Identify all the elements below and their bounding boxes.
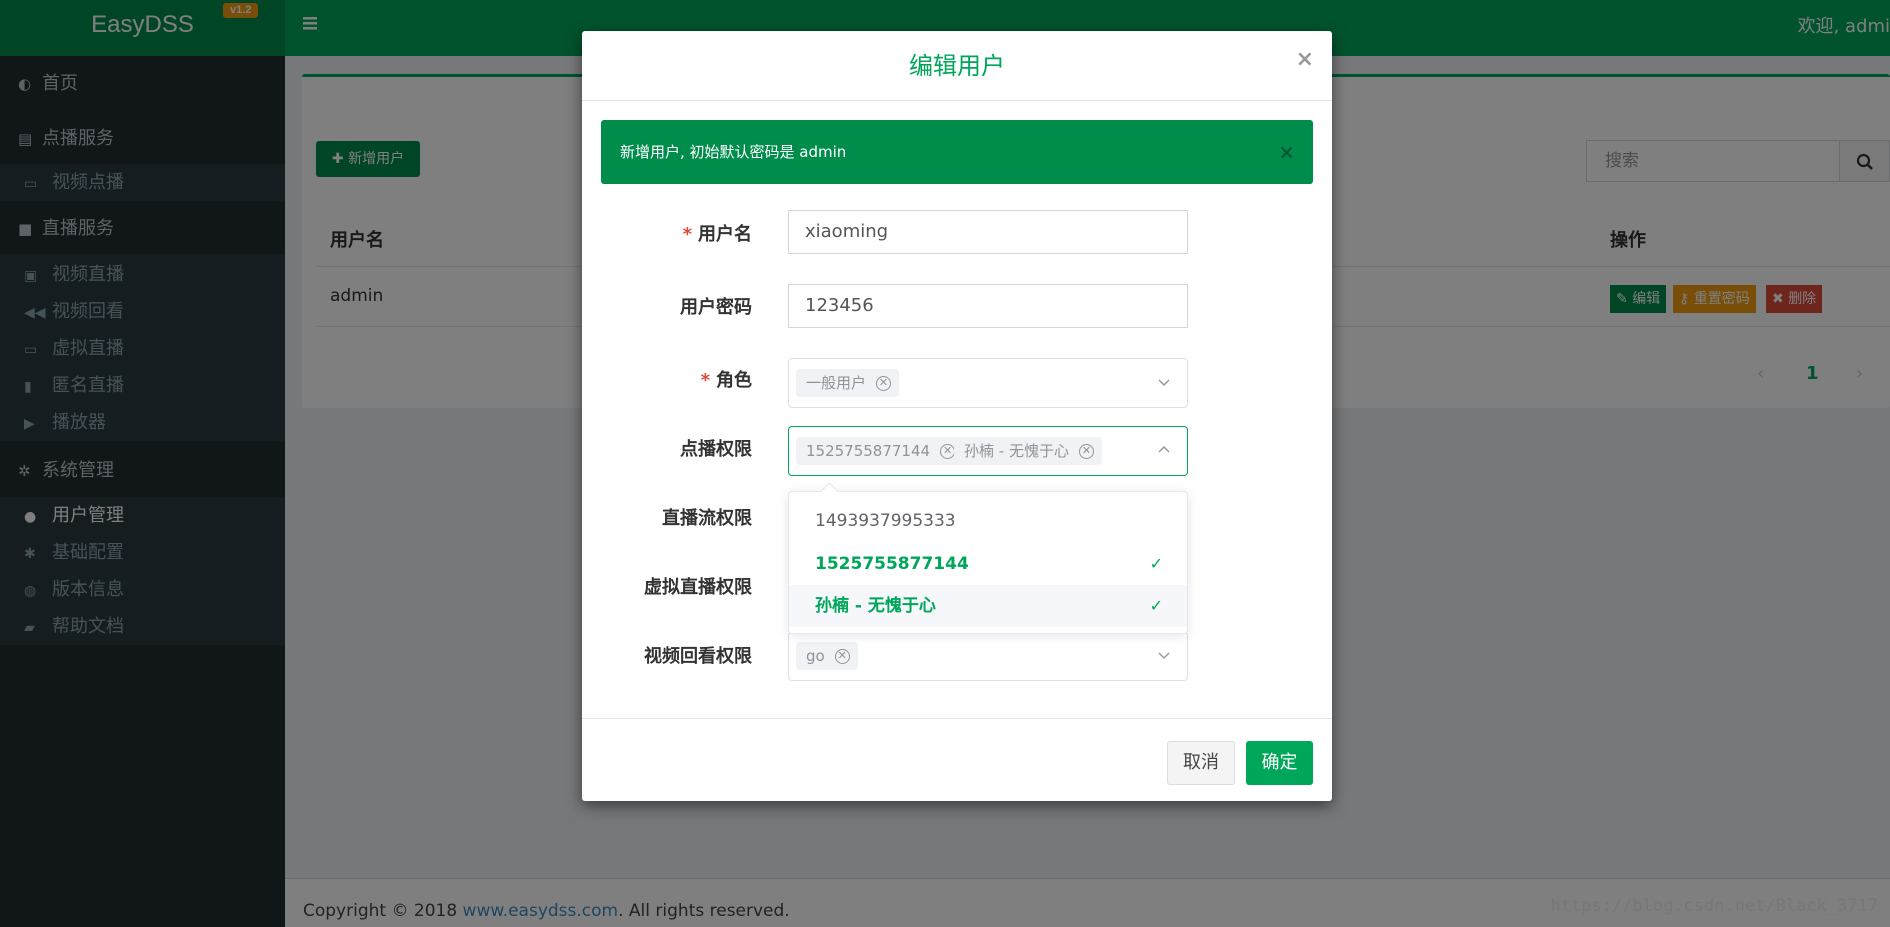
username-label-text: 用户名: [698, 224, 752, 245]
dropdown-option[interactable]: 1525755877144 ✓: [789, 543, 1187, 585]
vod-tag: 1525755877144 ✕: [796, 437, 964, 465]
vod-permission-dropdown: 1493937995333 1525755877144 ✓ 孙楠 - 无愧于心 ✓: [788, 491, 1188, 634]
tag-label: 一般用户: [806, 374, 867, 392]
virtual-live-permission-label: 虚拟直播权限: [644, 577, 752, 598]
watermark: https://blog.csdn.net/Black_3717: [1550, 896, 1878, 916]
tag-label: go: [806, 647, 825, 665]
alert-text: 新增用户, 初始默认密码是 admin: [620, 143, 847, 161]
username-label: * 用户名: [582, 220, 752, 246]
password-field[interactable]: 123456: [788, 284, 1188, 328]
confirm-button[interactable]: 确定: [1246, 741, 1313, 785]
tag-remove-icon[interactable]: ✕: [834, 649, 850, 664]
edit-user-modal: 编辑用户 × 新增用户, 初始默认密码是 admin × * 用户名 xiaomi…: [582, 31, 1332, 801]
username-field[interactable]: xiaoming: [788, 210, 1188, 254]
chevron-down-icon: [1158, 379, 1170, 387]
playback-permission-label: 视频回看权限: [644, 646, 752, 667]
playback-tag: go ✕: [796, 642, 858, 670]
option-label: 孙楠 - 无愧于心: [815, 596, 936, 616]
vod-tag: 孙楠 - 无愧于心 ✕: [954, 437, 1102, 465]
tag-remove-icon[interactable]: ✕: [940, 444, 956, 459]
tag-label: 孙楠 - 无愧于心: [964, 442, 1069, 460]
alert-close-icon[interactable]: ×: [1278, 120, 1295, 184]
role-label: * 角色: [582, 366, 752, 392]
role-select[interactable]: 一般用户 ✕: [788, 358, 1188, 408]
cancel-button[interactable]: 取消: [1167, 741, 1235, 785]
modal-footer-divider: [582, 718, 1332, 719]
role-label-text: 角色: [716, 370, 752, 391]
option-label: 1493937995333: [815, 511, 956, 531]
dropdown-option[interactable]: 1493937995333: [789, 500, 1187, 542]
required-mark: *: [700, 370, 710, 391]
tag-remove-icon[interactable]: ✕: [876, 376, 892, 391]
dropdown-option[interactable]: 孙楠 - 无愧于心 ✓: [789, 585, 1187, 627]
modal-title: 编辑用户: [582, 31, 1332, 101]
tag-remove-icon[interactable]: ✕: [1078, 444, 1094, 459]
chevron-up-icon: [1158, 445, 1170, 453]
playback-permission-select[interactable]: go ✕: [788, 631, 1188, 681]
vod-permission-label: 点播权限: [680, 439, 752, 460]
chevron-down-icon: [1158, 652, 1170, 660]
info-alert: 新增用户, 初始默认密码是 admin ×: [601, 120, 1313, 184]
live-permission-label: 直播流权限: [662, 508, 752, 529]
password-label: 用户密码: [680, 297, 752, 318]
check-icon: ✓: [1149, 554, 1163, 573]
tag-label: 1525755877144: [806, 442, 931, 460]
check-icon: ✓: [1149, 596, 1163, 615]
option-label: 1525755877144: [815, 554, 969, 574]
modal-close-icon[interactable]: ×: [1296, 47, 1314, 72]
role-tag: 一般用户 ✕: [796, 369, 900, 397]
vod-permission-select[interactable]: 1525755877144 ✕ 孙楠 - 无愧于心 ✕: [788, 426, 1188, 476]
required-mark: *: [682, 224, 692, 245]
